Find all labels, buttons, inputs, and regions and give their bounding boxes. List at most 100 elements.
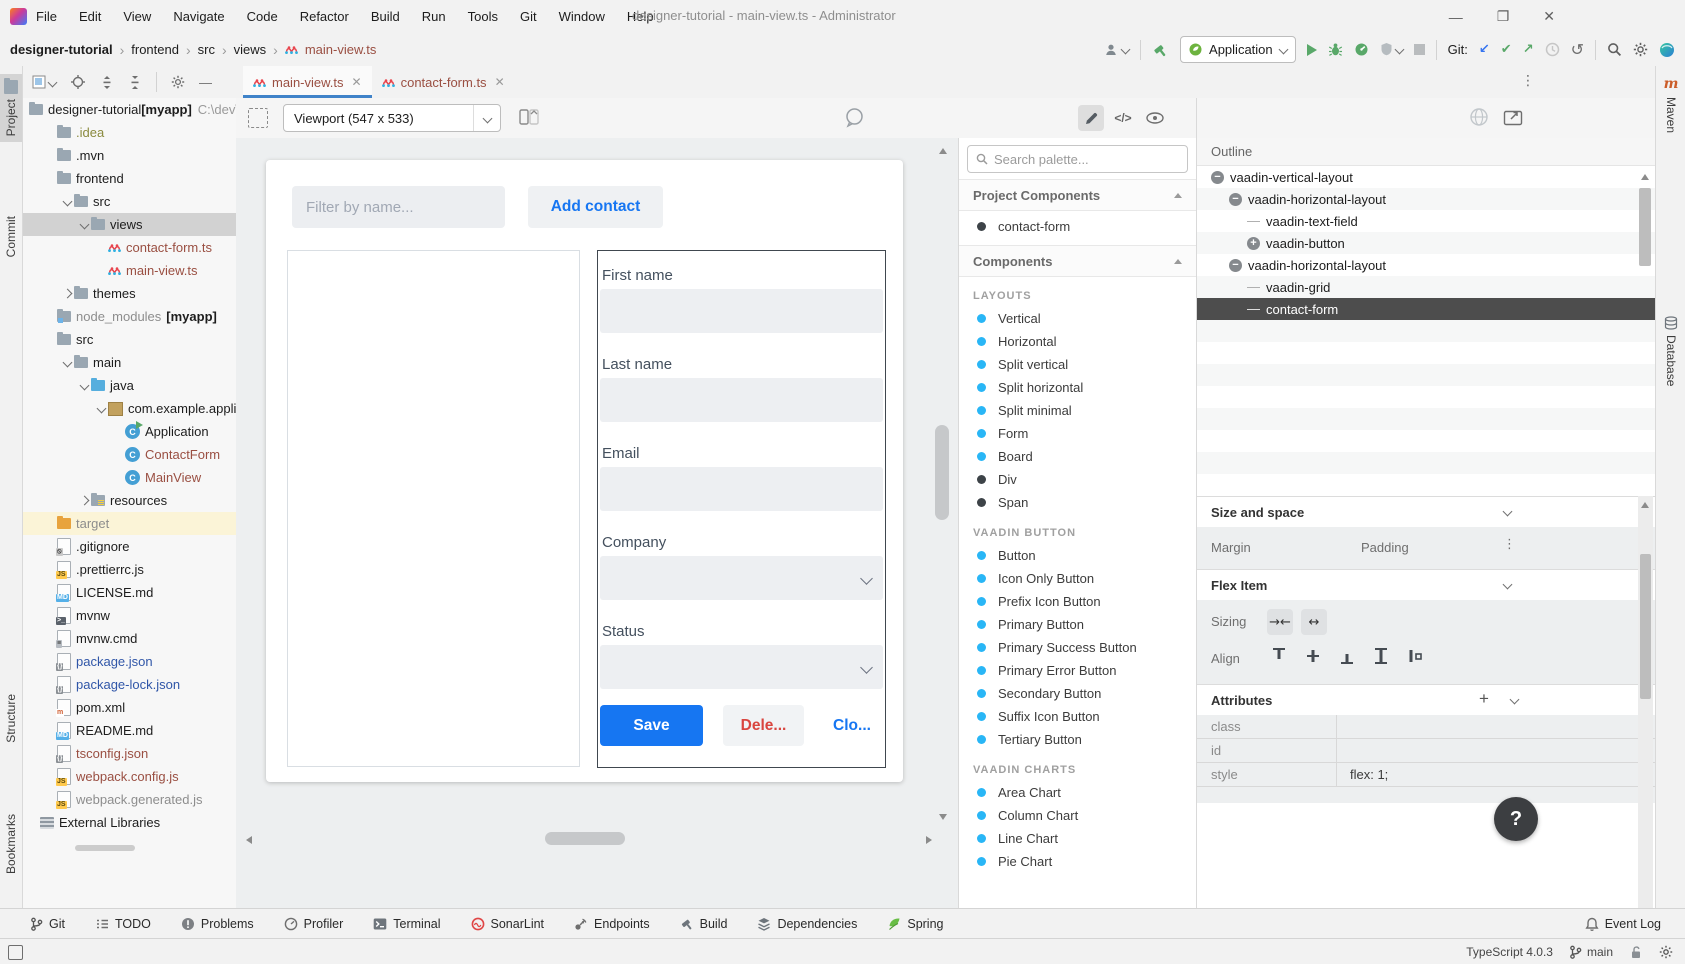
tree-item-main-view.ts[interactable]: main-view.ts bbox=[23, 259, 236, 282]
code-mode-icon[interactable]: </> bbox=[1110, 105, 1136, 131]
collapse-badge-icon[interactable]: − bbox=[1229, 193, 1242, 206]
menu-build[interactable]: Build bbox=[371, 9, 400, 24]
tree-chevron-icon[interactable] bbox=[61, 359, 74, 366]
tree-item-pom.xml[interactable]: mpom.xml bbox=[23, 696, 236, 719]
menu-refactor[interactable]: Refactor bbox=[300, 9, 349, 24]
tab-contact-form.ts[interactable]: contact-form.ts✕ bbox=[372, 66, 515, 98]
palette-item-pie-chart[interactable]: Pie Chart bbox=[959, 850, 1196, 873]
save-button[interactable]: Save bbox=[600, 705, 703, 746]
breadcrumb-file[interactable]: main-view.ts bbox=[305, 42, 377, 57]
search-everywhere-icon[interactable] bbox=[1607, 42, 1622, 57]
menu-edit[interactable]: Edit bbox=[79, 9, 101, 24]
breadcrumb-item[interactable]: frontend bbox=[131, 42, 179, 57]
palette-item-tertiary-button[interactable]: Tertiary Button bbox=[959, 728, 1196, 751]
tab-close-icon[interactable]: ✕ bbox=[495, 75, 505, 89]
tree-chevron-icon[interactable] bbox=[61, 290, 74, 297]
tree-item-frontend[interactable]: frontend bbox=[23, 167, 236, 190]
git-commit-icon[interactable]: ✔ bbox=[1501, 42, 1512, 57]
tree-item-.idea[interactable]: .idea bbox=[23, 121, 236, 144]
tree-chevron-icon[interactable] bbox=[78, 497, 91, 504]
sidebar-tab-structure[interactable]: Structure bbox=[0, 694, 22, 743]
palette-item-button[interactable]: Button bbox=[959, 544, 1196, 567]
outline-node-vaadin-grid[interactable]: vaadin-grid bbox=[1197, 276, 1656, 298]
size-and-space-header[interactable]: Size and space bbox=[1197, 496, 1656, 527]
field-select[interactable] bbox=[600, 556, 883, 600]
tree-item-target[interactable]: target bbox=[23, 512, 236, 535]
tree-item-Application[interactable]: CApplication bbox=[23, 420, 236, 443]
toolwindow-sonarlint[interactable]: SonarLint bbox=[471, 917, 545, 931]
unlock-icon[interactable] bbox=[1629, 945, 1643, 959]
attributes-header[interactable]: Attributes + bbox=[1197, 684, 1656, 715]
field-input[interactable] bbox=[600, 378, 883, 422]
canvas-hscrollbar[interactable] bbox=[545, 832, 625, 845]
tree-item-themes[interactable]: themes bbox=[23, 282, 236, 305]
palette-item-div[interactable]: Div bbox=[959, 468, 1196, 491]
sidebar-tab-database[interactable]: Database bbox=[1656, 316, 1685, 386]
tree-chevron-icon[interactable] bbox=[78, 382, 91, 389]
palette-item-horizontal[interactable]: Horizontal bbox=[959, 330, 1196, 353]
palette-item-split-vertical[interactable]: Split vertical bbox=[959, 353, 1196, 376]
attribute-value[interactable]: flex: 1; bbox=[1336, 767, 1388, 782]
scroll-down-icon[interactable] bbox=[939, 814, 947, 820]
collapse-badge-icon[interactable]: − bbox=[1211, 171, 1224, 184]
event-log-button[interactable]: Event Log bbox=[1585, 917, 1661, 932]
toolwindow-git[interactable]: Git bbox=[30, 917, 65, 931]
tree-item-main[interactable]: main bbox=[23, 351, 236, 374]
breadcrumb-item[interactable]: designer-tutorial bbox=[10, 42, 113, 57]
align-start-icon[interactable] bbox=[1269, 646, 1289, 666]
tree-item-src[interactable]: src bbox=[23, 328, 236, 351]
outline-node-vaadin-horizontal-layout[interactable]: −vaadin-horizontal-layout bbox=[1197, 254, 1656, 276]
edit-mode-pencil-icon[interactable] bbox=[1078, 105, 1104, 131]
toolwindow-spring[interactable]: Spring bbox=[887, 917, 943, 931]
scroll-right-icon[interactable] bbox=[926, 836, 932, 844]
palette-item-line-chart[interactable]: Line Chart bbox=[959, 827, 1196, 850]
typescript-version[interactable]: TypeScript 4.0.3 bbox=[1466, 945, 1553, 959]
tree-chevron-icon[interactable] bbox=[95, 405, 108, 412]
viewport-select[interactable]: Viewport (547 x 533) bbox=[283, 104, 501, 132]
collapse-all-icon[interactable] bbox=[128, 75, 142, 90]
split-view-icon[interactable] bbox=[518, 106, 540, 128]
align-end-icon[interactable] bbox=[1337, 646, 1357, 666]
tree-item-package-lock.json[interactable]: {}package-lock.json bbox=[23, 673, 236, 696]
tree-item-tsconfig.json[interactable]: {}tsconfig.json bbox=[23, 742, 236, 765]
flex-item-header[interactable]: Flex Item bbox=[1197, 569, 1656, 600]
margin-label[interactable]: Margin bbox=[1211, 540, 1251, 555]
tree-item-com.example.applica[interactable]: com.example.applica bbox=[23, 397, 236, 420]
tree-item-LICENSE.md[interactable]: MDLICENSE.md bbox=[23, 581, 236, 604]
palette-item-secondary-button[interactable]: Secondary Button bbox=[959, 682, 1196, 705]
preview-eye-icon[interactable] bbox=[1142, 105, 1168, 131]
tree-item-package.json[interactable]: {}package.json bbox=[23, 650, 236, 673]
tree-item-README.md[interactable]: MDREADME.md bbox=[23, 719, 236, 742]
add-attribute-icon[interactable]: + bbox=[1479, 689, 1489, 709]
tree-chevron-icon[interactable] bbox=[78, 221, 91, 228]
menu-tools[interactable]: Tools bbox=[468, 9, 498, 24]
design-canvas[interactable]: Filter by name... Add contact First name… bbox=[236, 138, 958, 908]
tree-item-mvnw[interactable]: >_mvnw bbox=[23, 604, 236, 627]
outline-node-vaadin-horizontal-layout[interactable]: −vaadin-horizontal-layout bbox=[1197, 188, 1656, 210]
menu-code[interactable]: Code bbox=[247, 9, 278, 24]
add-contact-button[interactable]: Add contact bbox=[528, 186, 663, 228]
gradle-sphere-icon[interactable] bbox=[1659, 42, 1675, 58]
minimize-button[interactable]: — bbox=[1449, 9, 1463, 25]
tab-close-icon[interactable]: ✕ bbox=[352, 75, 362, 89]
close-button[interactable]: ✕ bbox=[1543, 8, 1555, 25]
palette-item-primary-error-button[interactable]: Primary Error Button bbox=[959, 659, 1196, 682]
palette-item-column-chart[interactable]: Column Chart bbox=[959, 804, 1196, 827]
contact-form-component[interactable]: First nameLast nameEmailCompanyStatus Sa… bbox=[597, 250, 886, 768]
sizing-expand-icon[interactable]: ↔ bbox=[1301, 609, 1327, 635]
attribute-row-style[interactable]: styleflex: 1; bbox=[1197, 763, 1656, 787]
outline-scroll-up-icon[interactable] bbox=[1641, 174, 1649, 180]
tree-item-.mvn[interactable]: .mvn bbox=[23, 144, 236, 167]
panel-settings-gear-icon[interactable] bbox=[171, 75, 185, 89]
palette-item-vertical[interactable]: Vertical bbox=[959, 307, 1196, 330]
rollback-icon[interactable]: ↺ bbox=[1571, 40, 1584, 59]
tree-item-webpack.config.js[interactable]: JSwebpack.config.js bbox=[23, 765, 236, 788]
scroll-left-icon[interactable] bbox=[246, 836, 252, 844]
palette-item-board[interactable]: Board bbox=[959, 445, 1196, 468]
field-input[interactable] bbox=[600, 467, 883, 511]
tree-item-java[interactable]: java bbox=[23, 374, 236, 397]
tree-item-ContactForm[interactable]: CContactForm bbox=[23, 443, 236, 466]
tab-main-view.ts[interactable]: main-view.ts✕ bbox=[243, 66, 372, 98]
menu-navigate[interactable]: Navigate bbox=[173, 9, 224, 24]
toolwindow-build[interactable]: Build bbox=[680, 917, 728, 931]
